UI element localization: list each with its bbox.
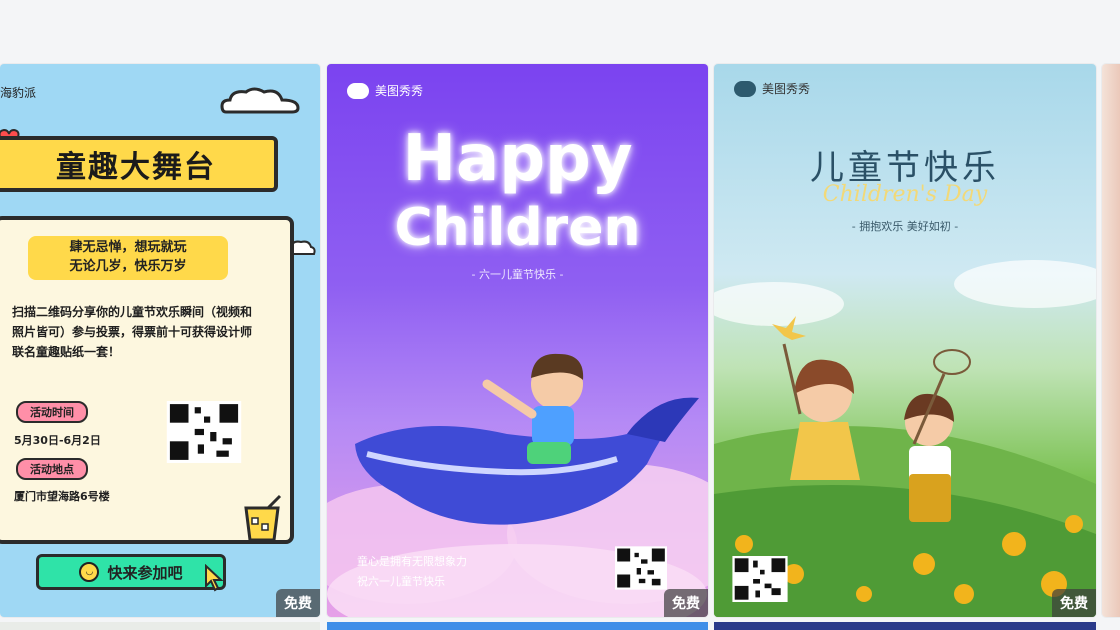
bottom-line-2: 祝六一儿童节快乐 — [357, 575, 445, 588]
poster-subtitle: - 拥抱欢乐 美好如初 - — [851, 220, 959, 233]
time-label-tag: 活动时间 — [16, 401, 88, 423]
meitu-brand: 美图秀秀 — [347, 82, 423, 99]
poster-description: 扫描二维码分享你的儿童节欢乐瞬间（视频和照片皆可）参与投票，得票前十可获得设计师… — [12, 305, 253, 359]
qr-code-icon — [615, 546, 667, 590]
time-value: 5月30日-6月2日 — [14, 434, 101, 447]
qr-code-icon — [732, 556, 788, 602]
next-row-card-edge — [0, 622, 320, 630]
cloud-icon — [220, 87, 300, 114]
title-children: Children — [394, 198, 641, 258]
next-row-card-edge — [714, 622, 1096, 630]
poster-script-title: Children's Day — [822, 182, 988, 207]
poster-top-text: 海豹派 — [0, 86, 37, 100]
join-now-button[interactable]: ◡ 快来参加吧 — [36, 554, 226, 590]
template-card-happy-children[interactable]: 美图秀秀 Happy Children - 六一儿童节快乐 - 童心是拥有无限想… — [327, 64, 708, 617]
template-card-partial[interactable] — [1102, 64, 1120, 617]
join-now-label: 快来参加吧 — [107, 563, 183, 582]
free-badge: 免费 — [1052, 589, 1096, 617]
title-happy: Happy — [402, 122, 633, 196]
juice-cup-icon — [244, 494, 282, 542]
template-card-childrens-day[interactable]: 美图秀秀 儿童节快乐 Children's Day - 拥抱欢乐 美好如初 - … — [714, 64, 1096, 617]
cursor-icon — [205, 564, 224, 592]
free-badge: 免费 — [664, 589, 708, 617]
meitu-logo-icon — [734, 80, 756, 97]
poster-subtitle: - 六一儿童节快乐 - — [471, 268, 564, 281]
slogan-line-1: 肆无忌惮，想玩就玩 — [69, 240, 187, 255]
meitu-brand: 美图秀秀 — [734, 80, 810, 97]
place-value: 厦门市望海路6号楼 — [14, 490, 110, 503]
free-badge: 免费 — [276, 589, 320, 617]
brand-name: 美图秀秀 — [375, 84, 424, 98]
qr-code-icon — [166, 401, 242, 463]
poster-banner-title: 童趣大舞台 — [0, 136, 278, 192]
next-row-card-edge — [327, 622, 708, 630]
bottom-line-1: 童心是拥有无限想象力 — [357, 555, 467, 568]
template-card-pixel-stage[interactable]: 海豹派 童趣大舞台 肆无忌惮，想玩就玩 无论几岁，快乐万岁 扫描二维码分享你的儿… — [0, 64, 320, 617]
meitu-logo-icon — [347, 82, 369, 99]
poster-bottom-text: 童心是拥有无限想象力 祝六一儿童节快乐 — [357, 552, 467, 592]
slogan-line-2: 无论几岁，快乐万岁 — [69, 259, 187, 274]
place-label-tag: 活动地点 — [16, 458, 88, 480]
slogan-pill: 肆无忌惮，想玩就玩 无论几岁，快乐万岁 — [28, 236, 228, 280]
smile-icon: ◡ — [79, 562, 100, 582]
brand-name: 美图秀秀 — [762, 82, 811, 96]
